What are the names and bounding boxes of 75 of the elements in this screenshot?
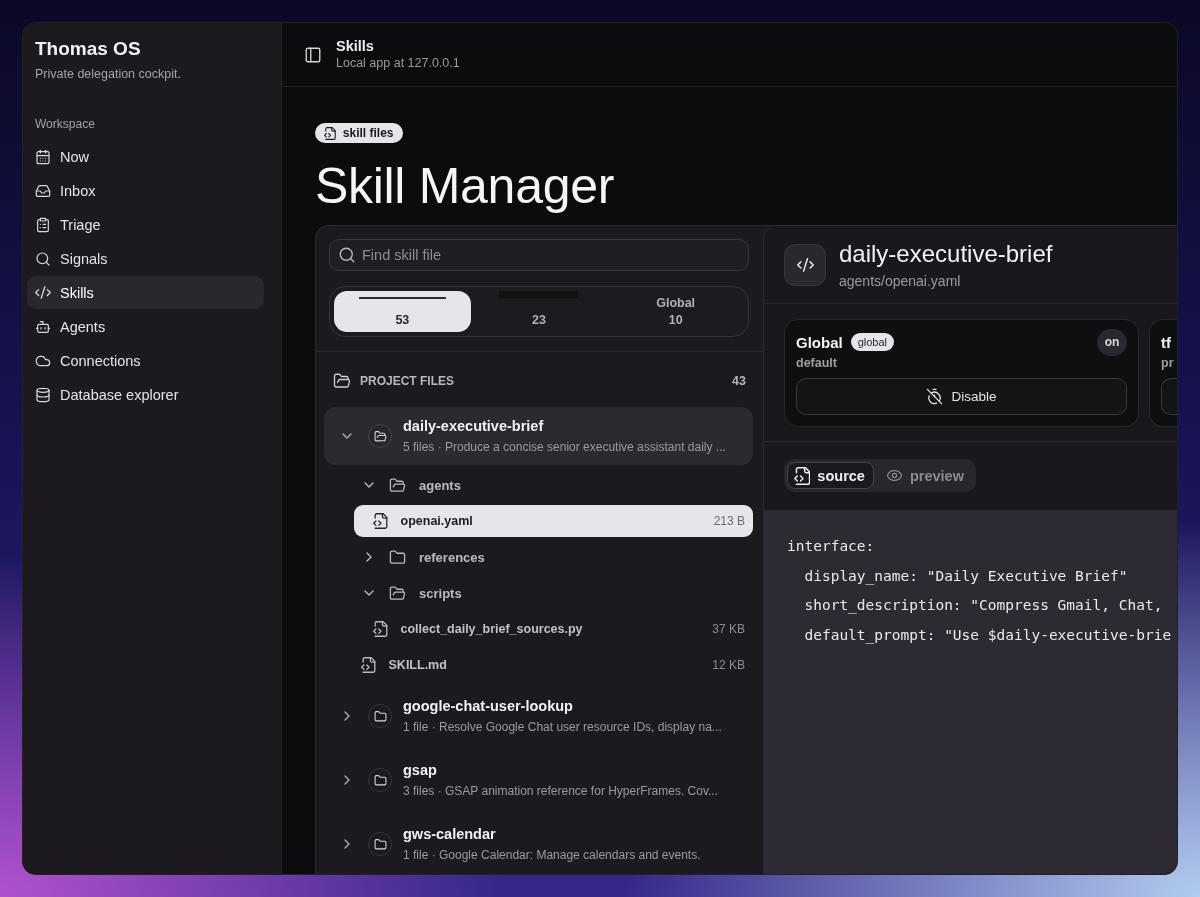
scope-subtitle: pr	[1161, 355, 1175, 371]
file-size: 37 KB	[712, 622, 745, 636]
scope-tag: global	[850, 333, 895, 351]
page-heading: Skill Manager	[315, 157, 615, 216]
code-line: default_prompt: "Use $daily-executive-brie	[803, 625, 1173, 646]
skill-description: 1 file · Resolve Google Chat user resource IDs, display na...	[403, 719, 722, 735]
inbox-icon	[35, 182, 51, 199]
file-item[interactable]: SKILL.md 12 KB	[342, 649, 753, 681]
file-code-icon	[794, 466, 811, 485]
code-icon	[784, 244, 826, 286]
skill-item[interactable]: google-chat-user-lookup 1 file · Resolve Google Chat user resource IDs, display na...	[324, 687, 753, 745]
sidebar-item[interactable]: Signals	[27, 242, 264, 275]
robot-icon	[35, 318, 51, 335]
scope-subtitle: default	[796, 355, 838, 371]
search-field[interactable]: Find skill file	[329, 239, 749, 271]
filter-tab[interactable]: 23	[470, 291, 608, 332]
disable-button[interactable]: Disable	[796, 378, 1127, 415]
database-icon	[35, 386, 51, 403]
file-code-icon	[361, 657, 376, 673]
open-folder-icon	[389, 476, 406, 494]
sidebar-item[interactable]: Now	[27, 140, 264, 173]
file-item[interactable]: collect_daily_brief_sources.py 37 KB	[354, 613, 753, 645]
file-count: 43	[732, 374, 746, 388]
folder-item[interactable]: scripts	[342, 577, 753, 609]
scope-name: Global	[796, 333, 843, 351]
skill-title: daily-executive-brief	[839, 239, 1053, 268]
code-line: short_description: "Compress Gmail, Chat,	[803, 596, 1164, 616]
sidebar-toggle-icon[interactable]	[304, 45, 322, 64]
app-title: Thomas OS	[35, 37, 142, 61]
eye-icon	[885, 467, 903, 484]
view-tab[interactable]: source	[787, 462, 874, 489]
code-icon	[35, 285, 51, 300]
section-label: Workspace	[35, 116, 96, 133]
skill-item[interactable]: gws-calendar 1 file · Google Calendar: Manage calendars and events.	[324, 815, 753, 873]
file-path: agents/openai.yaml	[839, 272, 962, 291]
sidebar-item[interactable]: Agents	[27, 310, 264, 343]
file-code-icon	[373, 513, 388, 529]
sidebar-item[interactable]: Skills	[27, 276, 264, 309]
code-line: interface:	[787, 537, 876, 556]
folder-item[interactable]: references	[342, 541, 753, 573]
skill-item[interactable]: daily-executive-brief 5 files · Produce a concise senior executive assistant daily ...	[324, 407, 753, 465]
app-subtitle: Private delegation cockpit.	[35, 66, 182, 83]
header-subtitle: Local app at 127.0.0.1	[336, 55, 460, 72]
sidebar-item[interactable]: Database explorer	[27, 378, 264, 411]
file-size: 213 B	[713, 514, 745, 528]
search-icon	[338, 246, 356, 264]
header-title: Skills	[336, 37, 375, 55]
file-item[interactable]: openai.yaml 213 B	[354, 505, 753, 537]
open-folder-icon	[333, 372, 351, 390]
skill-description: 5 files · Produce a concise senior executive assistant daily ...	[403, 439, 726, 455]
filter-tab[interactable]: 53	[334, 291, 471, 332]
skill-item[interactable]: gsap 3 files · GSAP animation reference for HyperFrames. Cov...	[324, 751, 753, 809]
skill-description: 3 files · GSAP animation reference for HyperFrames. Cov...	[403, 783, 718, 799]
sidebar-item[interactable]: Connections	[27, 344, 264, 377]
open-folder-icon	[389, 584, 406, 602]
sidebar-item[interactable]: Triage	[27, 208, 264, 241]
sidebar-item[interactable]: Inbox	[27, 174, 264, 207]
tag-label: skill files	[342, 126, 394, 140]
file-code-icon	[373, 621, 388, 637]
code-line: display_name: "Daily Executive Brief"	[803, 566, 1129, 587]
search-icon	[35, 250, 51, 267]
view-tab[interactable]: preview	[878, 462, 973, 489]
section-title: PROJECT FILES	[360, 374, 454, 388]
status-tag: on	[1097, 328, 1127, 356]
calendar-icon	[35, 148, 51, 165]
open-folder-icon	[368, 424, 392, 448]
skill-description: 1 file · Google Calendar: Manage calendars and events.	[403, 847, 701, 863]
file-size: 12 KB	[712, 658, 745, 672]
folder-icon	[389, 548, 406, 566]
file-code-icon	[324, 126, 336, 140]
filter-tab[interactable]: Global 10	[607, 291, 744, 332]
clipboard-icon	[35, 216, 51, 233]
scope-name: tf	[1161, 333, 1171, 351]
crossed-timer-icon	[926, 388, 944, 405]
folder-item[interactable]: agents	[342, 469, 753, 501]
